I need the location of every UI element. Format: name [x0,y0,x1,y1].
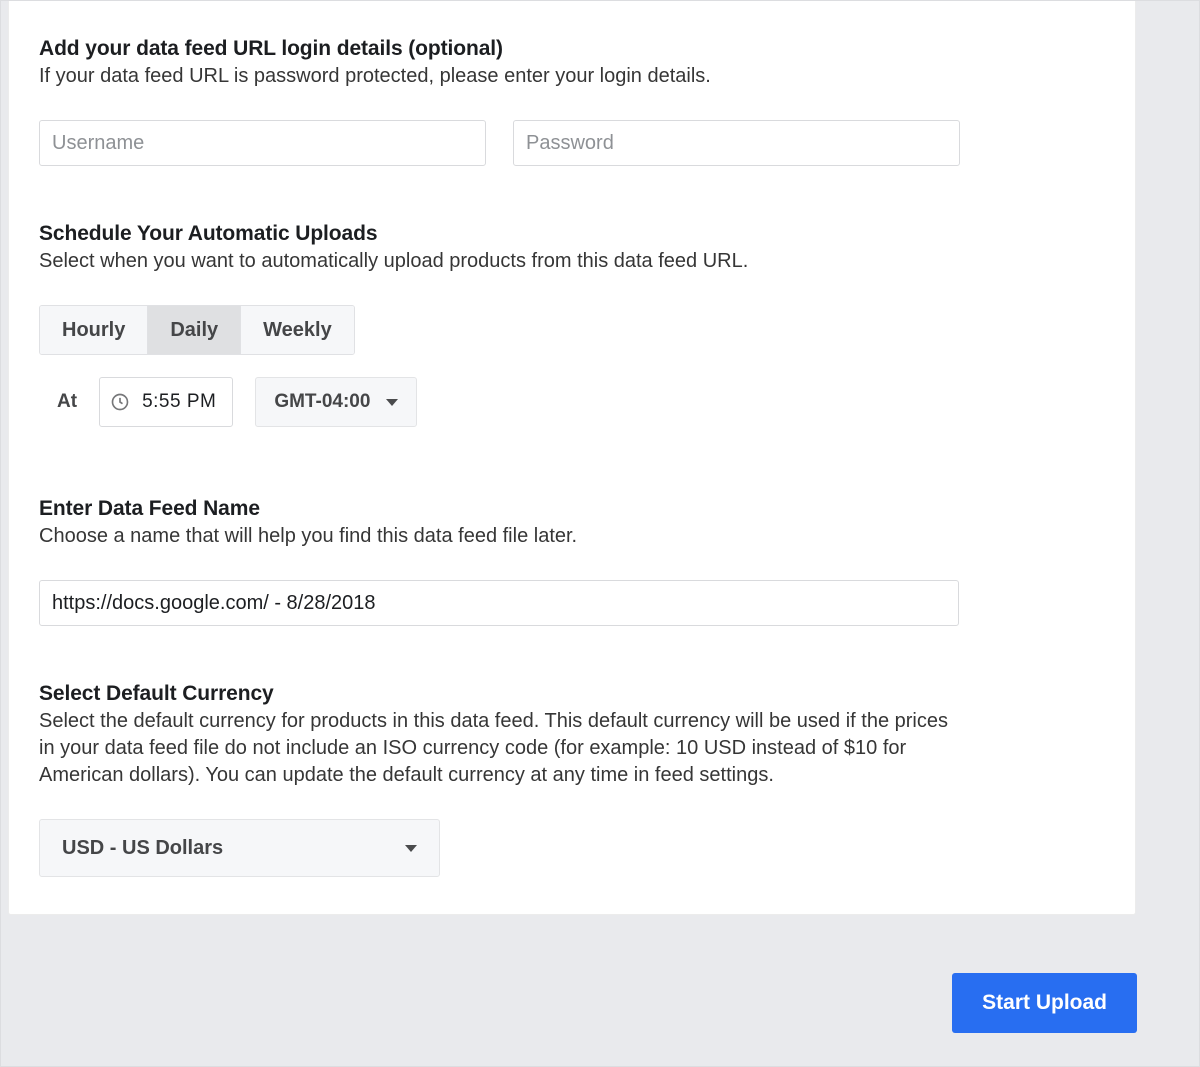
login-input-row [39,120,1105,166]
feed-name-section: Enter Data Feed Name Choose a name that … [39,497,1105,626]
currency-value: USD - US Dollars [62,837,223,860]
login-desc: If your data feed URL is password protec… [39,63,1105,90]
segment-daily[interactable]: Daily [148,306,241,354]
segment-hourly[interactable]: Hourly [40,306,148,354]
timezone-select[interactable]: GMT-04:00 [255,377,417,427]
footer: Start Upload [952,973,1137,1033]
start-upload-button[interactable]: Start Upload [952,973,1137,1033]
time-value: 5:55 PM [142,391,216,413]
currency-desc: Select the default currency for products… [39,708,959,789]
clock-icon [110,392,130,412]
login-section: Add your data feed URL login details (op… [39,37,1105,166]
currency-section: Select Default Currency Select the defau… [39,682,1105,877]
username-input[interactable] [39,120,486,166]
form-card: Add your data feed URL login details (op… [8,1,1136,915]
feed-name-desc: Choose a name that will help you find th… [39,523,1105,550]
currency-title: Select Default Currency [39,682,1105,706]
feed-name-input[interactable] [39,580,959,626]
schedule-desc: Select when you want to automatically up… [39,248,1105,275]
schedule-title: Schedule Your Automatic Uploads [39,222,1105,246]
feed-name-row [39,580,1105,626]
currency-select[interactable]: USD - US Dollars [39,819,440,877]
password-input[interactable] [513,120,960,166]
timezone-value: GMT-04:00 [274,391,370,413]
at-label: At [57,391,77,413]
login-title: Add your data feed URL login details (op… [39,37,1105,61]
time-row: At 5:55 PM GMT-04:00 [39,377,1105,427]
time-input[interactable]: 5:55 PM [99,377,233,427]
segment-weekly[interactable]: Weekly [241,306,354,354]
frequency-segmented: Hourly Daily Weekly [39,305,355,355]
caret-down-icon [405,845,417,852]
caret-down-icon [386,399,398,406]
feed-name-title: Enter Data Feed Name [39,497,1105,521]
schedule-section: Schedule Your Automatic Uploads Select w… [39,222,1105,427]
